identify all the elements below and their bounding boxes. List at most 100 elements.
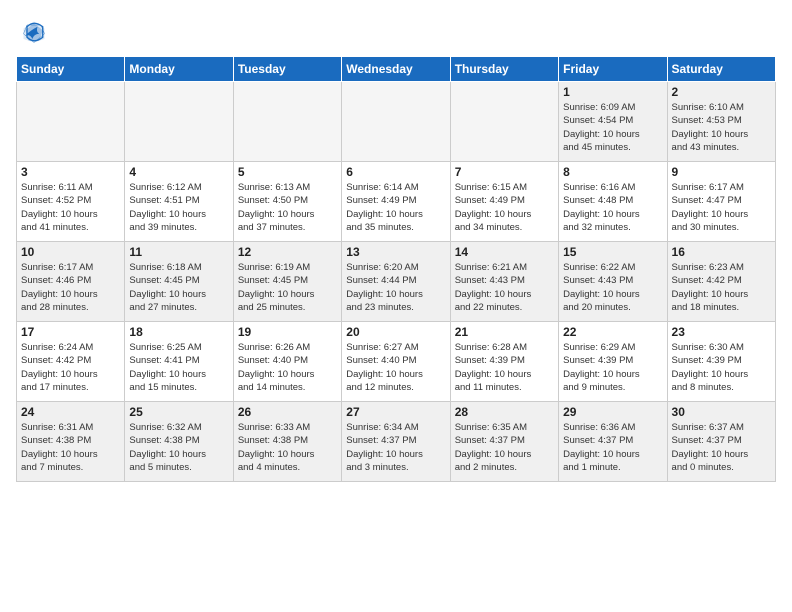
weekday-header-wednesday: Wednesday [342,57,450,82]
day-info: Sunrise: 6:32 AMSunset: 4:38 PMDaylight:… [129,421,228,474]
calendar-cell: 7 Sunrise: 6:15 AMSunset: 4:49 PMDaylight… [450,162,558,242]
logo [20,18,52,46]
day-info: Sunrise: 6:17 AMSunset: 4:47 PMDaylight:… [672,181,771,234]
day-number: 26 [238,405,337,419]
day-info: Sunrise: 6:18 AMSunset: 4:45 PMDaylight:… [129,261,228,314]
calendar-cell: 25 Sunrise: 6:32 AMSunset: 4:38 PMDayligh… [125,402,233,482]
calendar-cell: 16Sunrise: 6:23 AMSunset: 4:42 PMDayligh… [667,242,775,322]
calendar-header: SundayMondayTuesdayWednesdayThursdayFrid… [17,57,776,82]
day-info: Sunrise: 6:15 AMSunset: 4:49 PMDaylight:… [455,181,554,234]
calendar-cell: 1 Sunrise: 6:09 AMSunset: 4:54 PMDaylight… [559,82,667,162]
page-header [0,0,792,56]
calendar-cell: 3 Sunrise: 6:11 AMSunset: 4:52 PMDaylight… [17,162,125,242]
calendar-cell: 2 Sunrise: 6:10 AMSunset: 4:53 PMDaylight… [667,82,775,162]
calendar-cell: 13 Sunrise: 6:20 AMSunset: 4:44 PMDayligh… [342,242,450,322]
day-number: 20 [346,325,445,339]
day-number: 24 [21,405,120,419]
day-number: 23 [672,325,771,339]
calendar-cell: 30 Sunrise: 6:37 AMSunset: 4:37 PMDayligh… [667,402,775,482]
day-number: 18 [129,325,228,339]
day-info: Sunrise: 6:14 AMSunset: 4:49 PMDaylight:… [346,181,445,234]
day-info: Sunrise: 6:37 AMSunset: 4:37 PMDaylight:… [672,421,771,474]
calendar-cell: 29 Sunrise: 6:36 AMSunset: 4:37 PMDayligh… [559,402,667,482]
weekday-header-tuesday: Tuesday [233,57,341,82]
day-number: 17 [21,325,120,339]
day-info: Sunrise: 6:29 AMSunset: 4:39 PMDaylight:… [563,341,662,394]
day-number: 4 [129,165,228,179]
calendar-cell: 18 Sunrise: 6:25 AMSunset: 4:41 PMDayligh… [125,322,233,402]
calendar-cell: 15Sunrise: 6:22 AMSunset: 4:43 PMDayligh… [559,242,667,322]
calendar-cell: 11 Sunrise: 6:18 AMSunset: 4:45 PMDayligh… [125,242,233,322]
day-info: Sunrise: 6:17 AMSunset: 4:46 PMDaylight:… [21,261,120,314]
weekday-header-sunday: Sunday [17,57,125,82]
calendar-table: SundayMondayTuesdayWednesdayThursdayFrid… [16,56,776,482]
calendar-cell: 10Sunrise: 6:17 AMSunset: 4:46 PMDayligh… [17,242,125,322]
calendar-cell [450,82,558,162]
calendar-cell: 5Sunrise: 6:13 AMSunset: 4:50 PMDaylight… [233,162,341,242]
calendar-week-2: 3 Sunrise: 6:11 AMSunset: 4:52 PMDaylight… [17,162,776,242]
day-number: 8 [563,165,662,179]
calendar-cell: 23Sunrise: 6:30 AMSunset: 4:39 PMDayligh… [667,322,775,402]
weekday-header-saturday: Saturday [667,57,775,82]
calendar-cell: 8 Sunrise: 6:16 AMSunset: 4:48 PMDaylight… [559,162,667,242]
day-number: 1 [563,85,662,99]
calendar-wrapper: SundayMondayTuesdayWednesdayThursdayFrid… [0,56,792,490]
day-info: Sunrise: 6:12 AMSunset: 4:51 PMDaylight:… [129,181,228,234]
day-info: Sunrise: 6:35 AMSunset: 4:37 PMDaylight:… [455,421,554,474]
day-info: Sunrise: 6:11 AMSunset: 4:52 PMDaylight:… [21,181,120,234]
day-info: Sunrise: 6:20 AMSunset: 4:44 PMDaylight:… [346,261,445,314]
calendar-cell: 6 Sunrise: 6:14 AMSunset: 4:49 PMDaylight… [342,162,450,242]
day-info: Sunrise: 6:36 AMSunset: 4:37 PMDaylight:… [563,421,662,474]
day-number: 28 [455,405,554,419]
day-info: Sunrise: 6:25 AMSunset: 4:41 PMDaylight:… [129,341,228,394]
day-info: Sunrise: 6:22 AMSunset: 4:43 PMDaylight:… [563,261,662,314]
calendar-cell: 20 Sunrise: 6:27 AMSunset: 4:40 PMDayligh… [342,322,450,402]
calendar-cell [17,82,125,162]
calendar-body: 1 Sunrise: 6:09 AMSunset: 4:54 PMDaylight… [17,82,776,482]
weekday-header-monday: Monday [125,57,233,82]
day-info: Sunrise: 6:24 AMSunset: 4:42 PMDaylight:… [21,341,120,394]
day-info: Sunrise: 6:31 AMSunset: 4:38 PMDaylight:… [21,421,120,474]
day-number: 22 [563,325,662,339]
day-number: 11 [129,245,228,259]
day-number: 27 [346,405,445,419]
calendar-cell [125,82,233,162]
day-info: Sunrise: 6:33 AMSunset: 4:38 PMDaylight:… [238,421,337,474]
day-number: 2 [672,85,771,99]
calendar-cell [342,82,450,162]
calendar-cell: 12Sunrise: 6:19 AMSunset: 4:45 PMDayligh… [233,242,341,322]
day-number: 13 [346,245,445,259]
day-number: 25 [129,405,228,419]
logo-icon [20,18,48,46]
calendar-week-3: 10Sunrise: 6:17 AMSunset: 4:46 PMDayligh… [17,242,776,322]
calendar-cell: 4 Sunrise: 6:12 AMSunset: 4:51 PMDaylight… [125,162,233,242]
day-number: 19 [238,325,337,339]
calendar-cell: 9Sunrise: 6:17 AMSunset: 4:47 PMDaylight… [667,162,775,242]
day-number: 6 [346,165,445,179]
calendar-cell: 26 Sunrise: 6:33 AMSunset: 4:38 PMDayligh… [233,402,341,482]
day-info: Sunrise: 6:21 AMSunset: 4:43 PMDaylight:… [455,261,554,314]
day-number: 29 [563,405,662,419]
day-info: Sunrise: 6:13 AMSunset: 4:50 PMDaylight:… [238,181,337,234]
header-row: SundayMondayTuesdayWednesdayThursdayFrid… [17,57,776,82]
day-number: 3 [21,165,120,179]
day-info: Sunrise: 6:16 AMSunset: 4:48 PMDaylight:… [563,181,662,234]
day-number: 16 [672,245,771,259]
calendar-cell: 21 Sunrise: 6:28 AMSunset: 4:39 PMDayligh… [450,322,558,402]
day-number: 7 [455,165,554,179]
calendar-week-4: 17 Sunrise: 6:24 AMSunset: 4:42 PMDayligh… [17,322,776,402]
day-info: Sunrise: 6:26 AMSunset: 4:40 PMDaylight:… [238,341,337,394]
calendar-cell: 17 Sunrise: 6:24 AMSunset: 4:42 PMDayligh… [17,322,125,402]
calendar-week-5: 24 Sunrise: 6:31 AMSunset: 4:38 PMDayligh… [17,402,776,482]
weekday-header-friday: Friday [559,57,667,82]
calendar-cell: 27Sunrise: 6:34 AMSunset: 4:37 PMDayligh… [342,402,450,482]
day-number: 30 [672,405,771,419]
day-info: Sunrise: 6:09 AMSunset: 4:54 PMDaylight:… [563,101,662,154]
day-info: Sunrise: 6:28 AMSunset: 4:39 PMDaylight:… [455,341,554,394]
day-number: 21 [455,325,554,339]
calendar-cell: 22 Sunrise: 6:29 AMSunset: 4:39 PMDayligh… [559,322,667,402]
day-info: Sunrise: 6:10 AMSunset: 4:53 PMDaylight:… [672,101,771,154]
calendar-cell: 14Sunrise: 6:21 AMSunset: 4:43 PMDayligh… [450,242,558,322]
day-info: Sunrise: 6:27 AMSunset: 4:40 PMDaylight:… [346,341,445,394]
calendar-cell [233,82,341,162]
